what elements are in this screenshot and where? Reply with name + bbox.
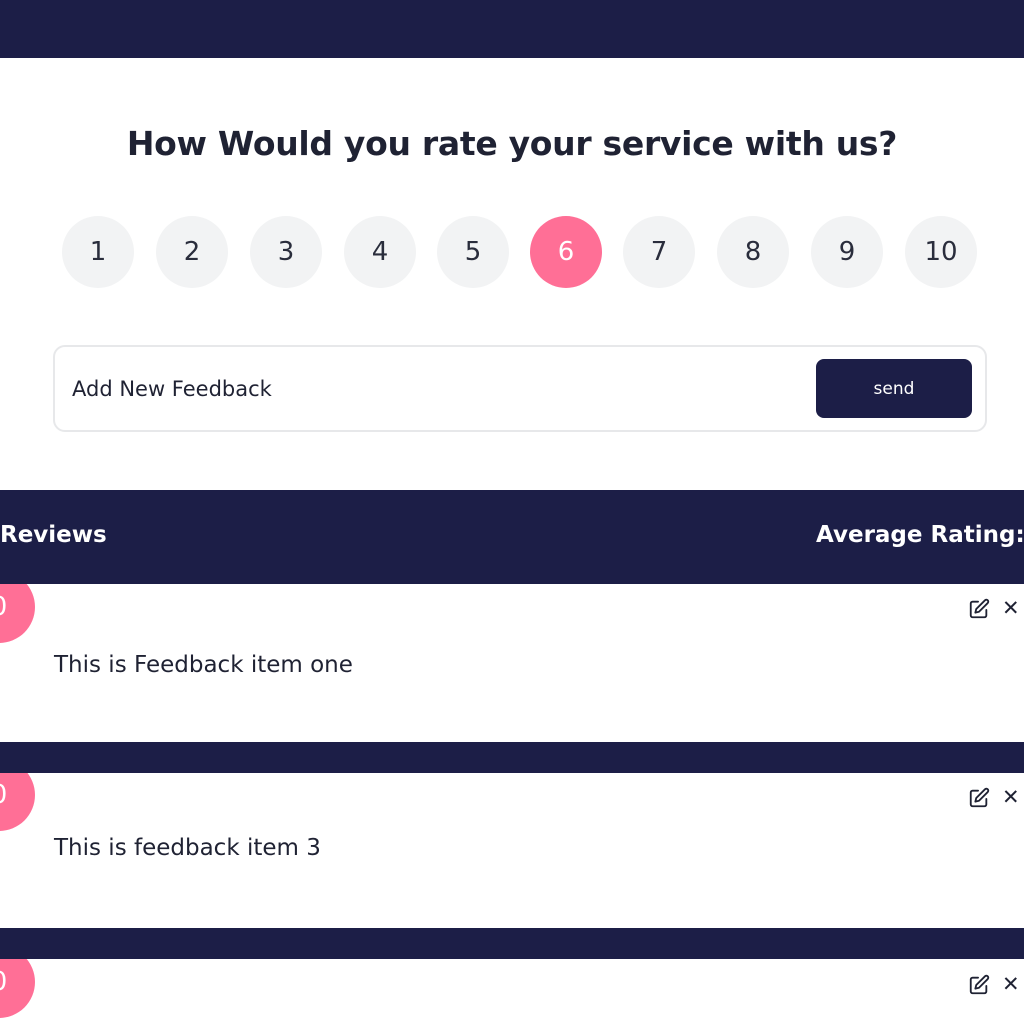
edit-icon[interactable] [968,974,990,996]
review-card: 0 ✕ [0,959,1024,1024]
reviews-count-label: Reviews [0,522,107,548]
review-divider [0,742,1024,773]
rating-option-7[interactable]: 7 [623,216,695,288]
review-card: 0 ✕ This is Feedback item one [0,584,1024,742]
close-icon[interactable]: ✕ [1002,597,1022,619]
rating-question: How Would you rate your service with us? [126,124,898,163]
edit-icon[interactable] [968,598,990,620]
rating-selector: 1 2 3 4 5 6 7 8 9 10 [0,216,1024,288]
rating-option-3[interactable]: 3 [250,216,322,288]
feedback-form: send [53,345,987,432]
average-rating-label: Average Rating: T [816,522,1024,548]
rating-option-6[interactable]: 6 [530,216,602,288]
feedback-app: How Would you rate your service with us?… [0,0,1024,1024]
close-icon[interactable]: ✕ [1002,786,1022,808]
header-bar [0,0,1024,58]
review-divider [0,928,1024,959]
review-text: This is Feedback item one [54,652,353,678]
edit-icon[interactable] [968,787,990,809]
review-stats-bar: Reviews Average Rating: T [0,490,1024,584]
rating-option-4[interactable]: 4 [344,216,416,288]
close-icon[interactable]: ✕ [1002,973,1022,995]
send-button[interactable]: send [816,359,972,418]
review-rating-badge: 0 [0,959,35,1018]
rating-option-5[interactable]: 5 [437,216,509,288]
rating-option-2[interactable]: 2 [156,216,228,288]
feedback-input[interactable] [72,367,802,411]
rating-option-8[interactable]: 8 [717,216,789,288]
review-card: 0 ✕ This is feedback item 3 [0,773,1024,928]
review-rating-badge: 0 [0,584,35,643]
rating-option-9[interactable]: 9 [811,216,883,288]
review-rating-badge: 0 [0,773,35,831]
rating-option-10[interactable]: 10 [905,216,977,288]
review-text: This is feedback item 3 [54,835,321,861]
rating-option-1[interactable]: 1 [62,216,134,288]
